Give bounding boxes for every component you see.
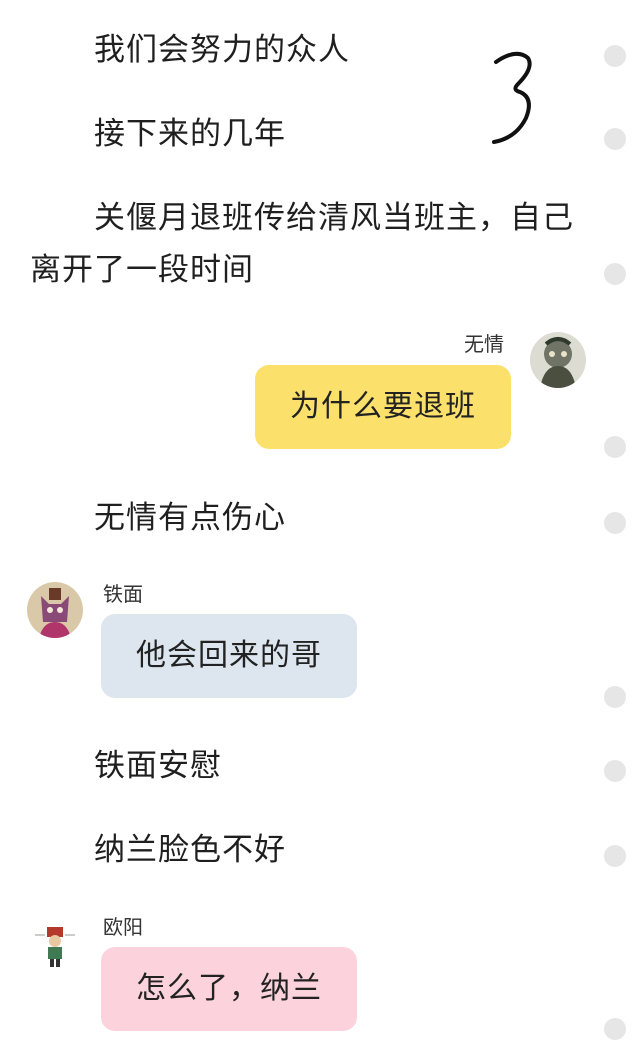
select-dot[interactable] (604, 436, 626, 458)
narration-line: 纳兰脸色不好 (94, 832, 286, 868)
narration-line: 无情有点伤心 (94, 500, 286, 536)
narration-line: 我们会努力的众人 (94, 32, 350, 68)
select-dot[interactable] (604, 760, 626, 782)
avatar[interactable] (27, 915, 83, 971)
select-dot[interactable] (604, 512, 626, 534)
avatar[interactable] (27, 582, 83, 638)
select-dot[interactable] (604, 1018, 626, 1040)
select-dot[interactable] (604, 45, 626, 67)
chat-bubble[interactable]: 怎么了，纳兰 (101, 947, 357, 1031)
sender-name: 铁面 (103, 582, 143, 606)
select-dot[interactable] (604, 263, 626, 285)
narration-line: 铁面安慰 (94, 748, 222, 784)
narration-line: 关偃月退班传给清风当班主，自己离开了一段时间 (30, 200, 574, 288)
chat-bubble[interactable]: 为什么要退班 (255, 365, 511, 449)
avatar[interactable] (530, 332, 586, 388)
narration-line: 接下来的几年 (94, 116, 286, 152)
sender-name: 欧阳 (103, 915, 143, 939)
select-dot[interactable] (604, 845, 626, 867)
select-dot[interactable] (604, 128, 626, 150)
chat-bubble[interactable]: 他会回来的哥 (101, 614, 357, 698)
sender-name: 无情 (464, 332, 504, 356)
select-dot[interactable] (604, 686, 626, 708)
